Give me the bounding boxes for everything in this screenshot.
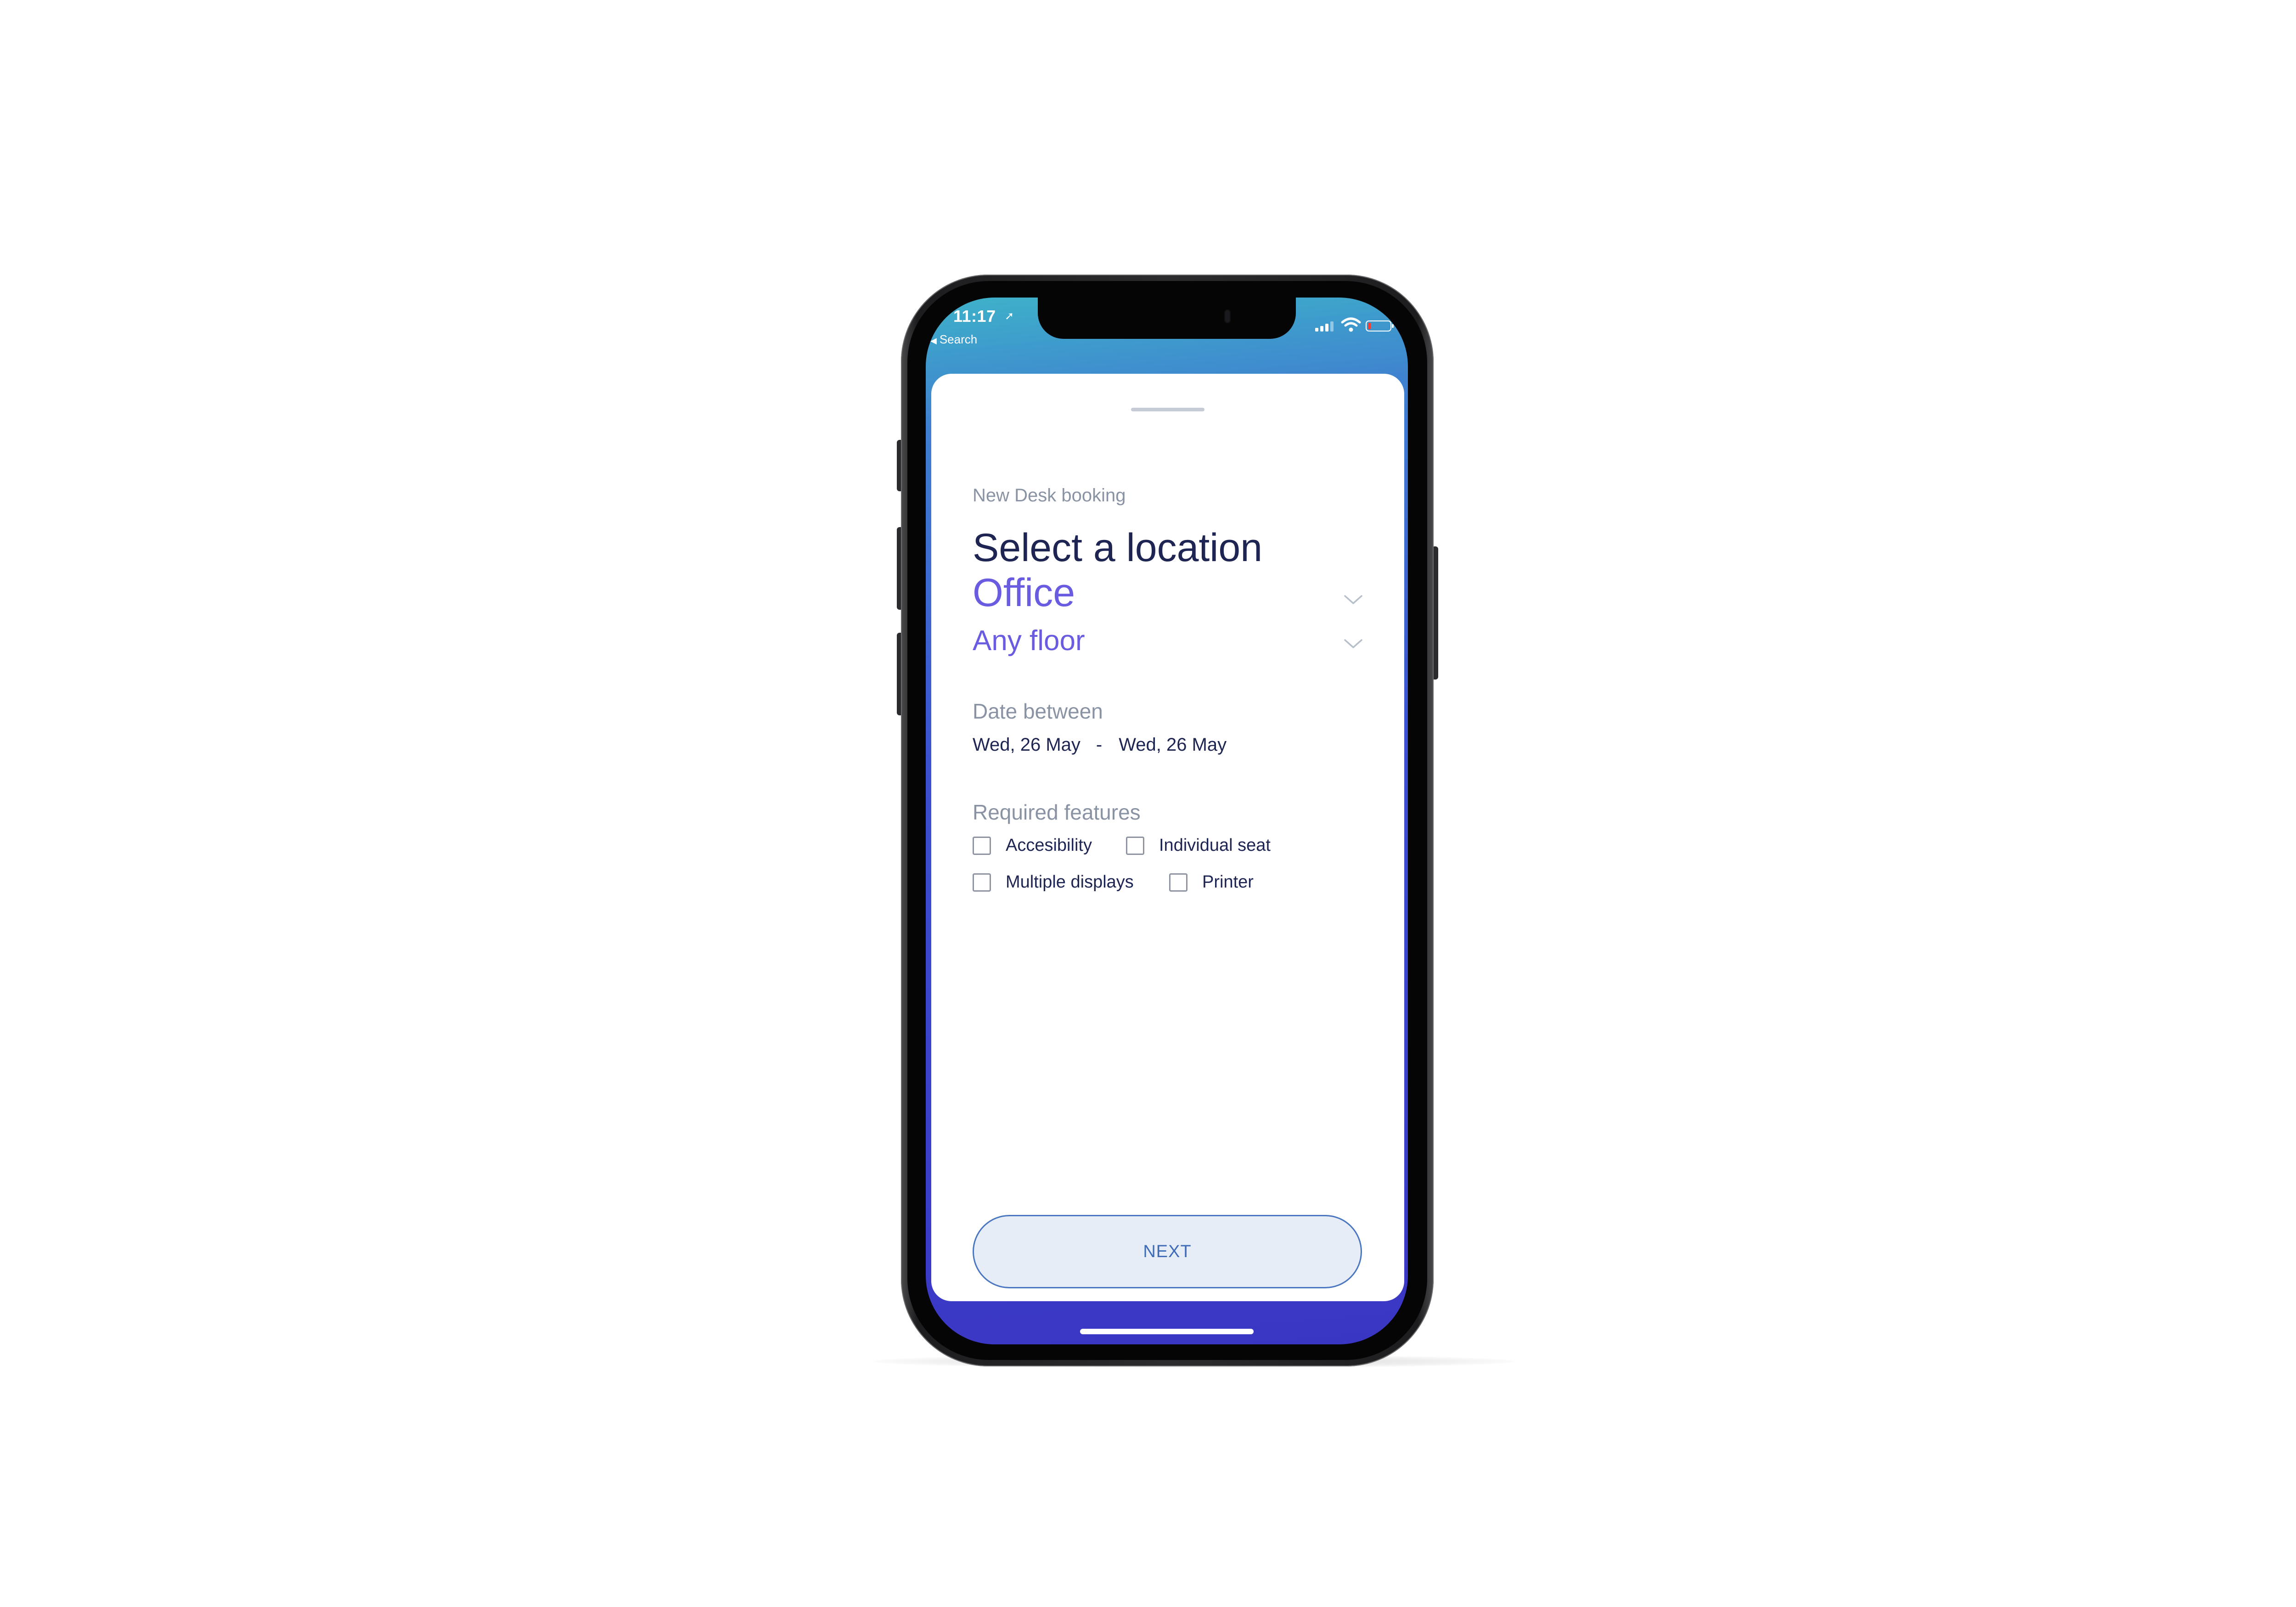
required-features-label: Required features bbox=[973, 800, 1141, 824]
mockup-stage: 11:17 ➚ ◀ Search New Desk booking Select… bbox=[0, 0, 2296, 1607]
feature-checkbox-accesibility[interactable]: Accesibility bbox=[973, 836, 1092, 855]
location-arrow-icon: ➚ bbox=[1005, 310, 1014, 322]
booking-eyebrow: New Desk booking bbox=[973, 485, 1126, 506]
checkbox-box[interactable] bbox=[973, 873, 991, 892]
checkbox-box[interactable] bbox=[973, 836, 991, 855]
checkbox-box[interactable] bbox=[1126, 836, 1144, 855]
front-camera bbox=[1224, 309, 1231, 323]
booking-sheet: New Desk booking Select a location Offic… bbox=[931, 374, 1404, 1301]
date-from[interactable]: Wed, 26 May bbox=[973, 735, 1080, 755]
checkbox-box[interactable] bbox=[1169, 873, 1187, 892]
feature-label: Printer bbox=[1202, 872, 1254, 892]
chevron-down-icon bbox=[1344, 595, 1362, 604]
status-time: 11:17 bbox=[953, 307, 996, 326]
feature-label: Individual seat bbox=[1159, 836, 1271, 855]
feature-checkbox-individual-seat[interactable]: Individual seat bbox=[1126, 836, 1271, 855]
feature-label: Accesibility bbox=[1006, 836, 1092, 855]
page-title: Select a location bbox=[973, 526, 1263, 570]
date-to[interactable]: Wed, 26 May bbox=[1119, 735, 1227, 755]
back-triangle-icon: ◀ bbox=[930, 336, 937, 345]
sheet-grabber[interactable] bbox=[1131, 408, 1204, 411]
floor-value: Any floor bbox=[973, 625, 1085, 657]
chevron-down-icon bbox=[1344, 639, 1362, 648]
wifi-icon bbox=[1341, 317, 1361, 332]
back-label: Search bbox=[939, 332, 978, 346]
next-button[interactable]: NEXT bbox=[973, 1215, 1362, 1288]
date-range: Wed, 26 May - Wed, 26 May bbox=[973, 735, 1227, 755]
date-between-label: Date between bbox=[973, 699, 1103, 723]
notch bbox=[1038, 298, 1296, 339]
feature-checkbox-printer[interactable]: Printer bbox=[1169, 872, 1254, 892]
date-separator: - bbox=[1096, 735, 1103, 755]
location-value: Office bbox=[973, 571, 1075, 615]
back-to-search-link[interactable]: ◀ Search bbox=[930, 332, 977, 347]
location-dropdown[interactable]: Office bbox=[973, 570, 1363, 616]
floor-dropdown[interactable]: Any floor bbox=[973, 624, 1363, 661]
phone-screen: 11:17 ➚ ◀ Search New Desk booking Select… bbox=[926, 298, 1408, 1344]
home-indicator[interactable] bbox=[1080, 1329, 1254, 1334]
feature-checkbox-multiple-displays[interactable]: Multiple displays bbox=[973, 872, 1134, 892]
battery-icon bbox=[1366, 320, 1394, 332]
signal-icon bbox=[1315, 321, 1335, 332]
feature-label: Multiple displays bbox=[1006, 872, 1134, 892]
phone-frame: 11:17 ➚ ◀ Search New Desk booking Select… bbox=[901, 275, 1434, 1366]
